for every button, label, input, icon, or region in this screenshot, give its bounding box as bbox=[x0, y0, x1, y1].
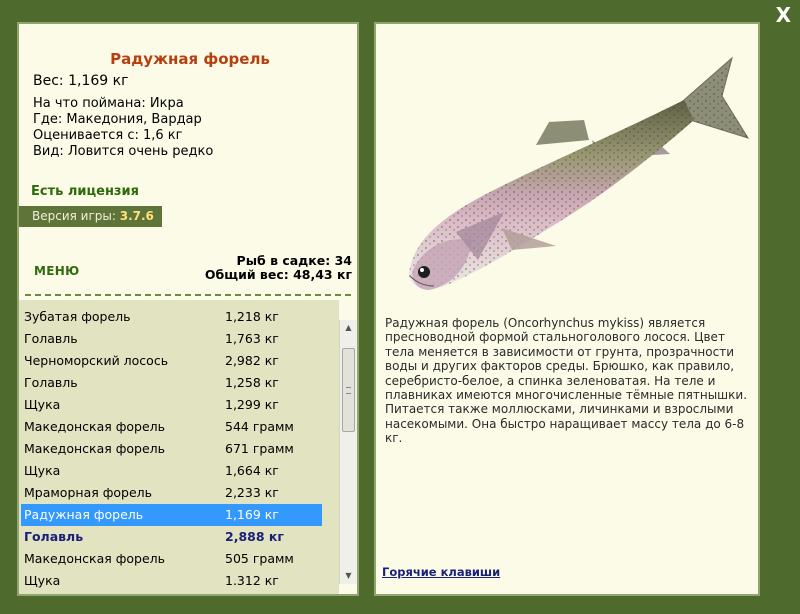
catch-fish-name: Македонская форель bbox=[24, 551, 166, 566]
catch-list-row[interactable]: Щука 1.312 кг bbox=[21, 570, 322, 592]
version-value: 3.7.6 bbox=[119, 209, 154, 223]
keep-net-stats: Рыб в садке: 34 Общий вес: 48,43 кг bbox=[205, 254, 352, 282]
divider bbox=[25, 294, 351, 296]
catch-fish-name: Щука bbox=[24, 573, 61, 588]
menu-button[interactable]: МЕНЮ bbox=[34, 264, 79, 278]
catch-fish-name: Голавль bbox=[24, 375, 78, 390]
list-scrollbar[interactable]: ▲ ▼ bbox=[339, 320, 357, 584]
catch-list-row[interactable]: Голавль 1,763 кг bbox=[21, 328, 322, 350]
catch-fish-weight: 1.312 кг bbox=[225, 573, 279, 588]
catch-fish-name: Македонская форель bbox=[24, 441, 166, 456]
scroll-thumb[interactable] bbox=[342, 348, 355, 432]
catch-fish-weight: 2,888 кг bbox=[225, 529, 284, 544]
version-label: Версия игры: bbox=[32, 209, 116, 223]
catch-list-row[interactable]: Щука 1,664 кг bbox=[21, 460, 322, 482]
catch-list-row[interactable]: Мраморная форель 2,233 кг bbox=[21, 482, 322, 504]
fish-rarity: Вид: Ловится очень редко bbox=[33, 144, 214, 159]
fish-bait: На что поймана: Икра bbox=[33, 96, 184, 111]
fish-rated-from: Оценивается с: 1,6 кг bbox=[33, 128, 183, 143]
catch-fish-name: Щука bbox=[24, 397, 61, 412]
fish-info-panel: Радужная форель Вес: 1,169 кг На что пой… bbox=[17, 22, 359, 596]
catch-fish-weight: 2,233 кг bbox=[225, 485, 279, 500]
catch-list-row[interactable]: Зубатая форель 1,218 кг bbox=[21, 306, 322, 328]
scroll-down-arrow-icon[interactable]: ▼ bbox=[340, 568, 357, 584]
catch-fish-weight: 1,763 кг bbox=[225, 331, 279, 346]
fish-title: Радужная форель bbox=[110, 50, 270, 68]
license-status: Есть лицензия bbox=[31, 184, 139, 199]
catch-fish-weight: 671 грамм bbox=[225, 441, 294, 456]
catch-list-row[interactable]: Черноморский лосось 2,982 кг bbox=[21, 350, 322, 372]
catch-fish-name: Зубатая форель bbox=[24, 309, 131, 324]
catch-fish-name: Голавль bbox=[24, 529, 84, 544]
hotkeys-link[interactable]: Горячие клавиши bbox=[382, 565, 500, 579]
catch-fish-name: Черноморский лосось bbox=[24, 353, 169, 368]
catch-list[interactable]: Зубатая форель 1,218 кг Голавль 1,763 кг Чер… bbox=[19, 300, 339, 594]
catch-fish-weight: 1,258 кг bbox=[225, 375, 279, 390]
catch-list-row[interactable]: Македонская форель 544 грамм bbox=[21, 416, 322, 438]
catch-fish-name: Голавль bbox=[24, 331, 78, 346]
catch-fish-weight: 1,299 кг bbox=[225, 397, 279, 412]
rainbow-trout-image bbox=[409, 56, 750, 290]
catch-list-row[interactable]: Радужная форель 1,169 кг bbox=[21, 504, 322, 526]
catch-fish-weight: 1,664 кг bbox=[225, 463, 279, 478]
catch-fish-weight: 1,169 кг bbox=[225, 507, 279, 522]
catch-list-row[interactable]: Македонская форель 671 грамм bbox=[21, 438, 322, 460]
catch-fish-weight: 2,982 кг bbox=[225, 353, 279, 368]
catch-fish-name: Щука bbox=[24, 463, 61, 478]
catch-fish-name: Македонская форель bbox=[24, 419, 166, 434]
catch-fish-weight: 505 грамм bbox=[225, 551, 294, 566]
catch-list-row[interactable]: Щука 1,299 кг bbox=[21, 394, 322, 416]
fish-description: Радужная форель (Oncorhynchus mykiss) яв… bbox=[385, 316, 748, 446]
fish-location: Где: Македония, Вардар bbox=[33, 112, 202, 127]
keep-total-weight: Общий вес: 48,43 кг bbox=[204, 267, 352, 282]
game-version: Версия игры: 3.7.6 bbox=[19, 206, 162, 227]
fish-weight: Вес: 1,169 кг bbox=[33, 73, 129, 89]
catch-list-row[interactable]: Голавль 1,258 кг bbox=[21, 372, 322, 394]
fish-detail-panel: Радужная форель (Oncorhynchus mykiss) яв… bbox=[374, 22, 760, 596]
catch-fish-weight: 1,218 кг bbox=[225, 309, 279, 324]
catch-list-row[interactable]: Македонская форель 505 грамм bbox=[21, 548, 322, 570]
catch-fish-weight: 544 грамм bbox=[225, 419, 294, 434]
catch-fish-name: Радужная форель bbox=[24, 507, 144, 522]
scroll-up-arrow-icon[interactable]: ▲ bbox=[340, 320, 357, 336]
keep-fish-count: Рыб в садке: 34 bbox=[236, 253, 352, 268]
catch-fish-name: Мраморная форель bbox=[24, 485, 153, 500]
close-icon[interactable]: X bbox=[776, 4, 791, 26]
catch-list-row[interactable]: Голавль 2,888 кг bbox=[21, 526, 322, 548]
